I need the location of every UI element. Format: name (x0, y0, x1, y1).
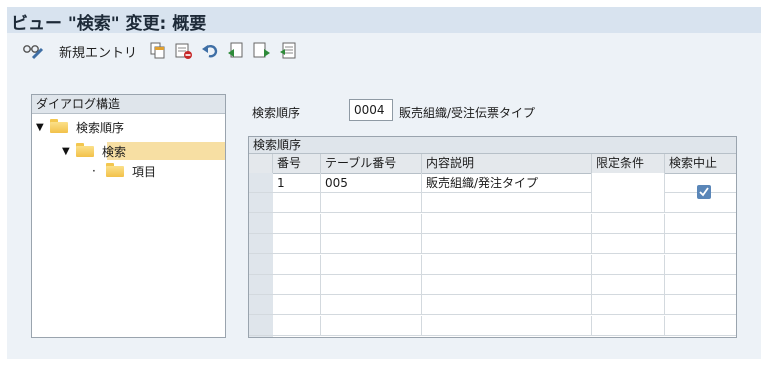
table-title: 検索順序 (249, 137, 736, 154)
copy-icon[interactable] (150, 41, 166, 61)
cell-description[interactable] (422, 193, 592, 214)
doc-next-icon[interactable] (253, 41, 271, 61)
table-row[interactable] (249, 275, 736, 295)
doc-prev-icon[interactable] (227, 41, 245, 61)
cell-table-number[interactable] (321, 254, 422, 275)
dialog-structure-panel: ダイアログ構造 ▼ 検索順序 ▼ 検索 · 項目 (31, 94, 226, 338)
cell-description[interactable] (422, 213, 592, 234)
cell-condition[interactable] (592, 275, 665, 295)
cell-number[interactable]: 1 (273, 173, 321, 193)
cell-condition[interactable] (592, 254, 665, 275)
table-row[interactable] (249, 213, 736, 234)
tree-item-label: 検索順序 (76, 120, 125, 135)
cell-condition[interactable] (592, 213, 665, 234)
cell-table-number[interactable] (321, 213, 422, 234)
cell-table-number[interactable] (321, 275, 422, 295)
expand-arrow-icon[interactable]: ▼ (62, 146, 76, 157)
cell-table-number[interactable] (321, 234, 422, 255)
cell-search-stop[interactable] (665, 275, 736, 295)
folder-icon (76, 143, 94, 157)
cell-search-stop[interactable] (665, 214, 736, 234)
cell-table-number[interactable] (321, 193, 422, 214)
cell-table-number[interactable] (321, 295, 422, 316)
cell-description[interactable] (422, 234, 592, 255)
cell-table-number[interactable]: 005 (321, 173, 422, 193)
cell-condition[interactable] (592, 234, 665, 255)
table-row[interactable] (249, 295, 736, 316)
cell-condition[interactable] (592, 173, 665, 193)
cell-number[interactable] (273, 193, 321, 214)
cell-search-stop[interactable] (665, 316, 736, 336)
tree-item-fields[interactable]: · 項目 (92, 162, 156, 180)
glasses-edit-icon[interactable] (22, 41, 44, 61)
cell-condition[interactable] (592, 295, 665, 316)
cell-number[interactable] (273, 213, 321, 234)
col-header-condition[interactable]: 限定条件 (592, 154, 665, 173)
tree-item-label: 検索 (102, 144, 127, 159)
select-all-header[interactable] (249, 154, 273, 173)
tree-item-search-order[interactable]: ▼ 検索順序 (36, 118, 124, 136)
table-row[interactable]: 1 005 販売組織/発注タイプ (249, 173, 736, 193)
cell-number[interactable] (273, 234, 321, 255)
cell-condition[interactable] (592, 193, 665, 214)
col-header-description[interactable]: 内容説明 (422, 154, 592, 173)
cell-table-number[interactable] (321, 315, 422, 336)
title-bar: ビュー "検索" 変更: 概要 (7, 7, 761, 34)
cell-number[interactable] (273, 254, 321, 275)
delete-icon[interactable] (175, 41, 193, 61)
main-window: ビュー "検索" 変更: 概要 新規エントリ ダイアログ構造 ▼ 検索順序 ▼ … (7, 7, 761, 359)
col-header-number[interactable]: 番号 (273, 154, 321, 173)
tree-item-label: 項目 (132, 164, 157, 179)
table-row[interactable] (249, 315, 736, 336)
expand-arrow-icon[interactable]: ▼ (36, 122, 50, 133)
col-header-table-number[interactable]: テーブル番号 (321, 154, 422, 173)
undo-icon[interactable] (201, 41, 219, 61)
doc-table-icon[interactable] (279, 41, 297, 61)
cell-description[interactable] (422, 275, 592, 295)
bullet-icon: · (92, 164, 96, 178)
search-order-description: 販売組織/受注伝票タイプ (399, 106, 536, 120)
cell-search-stop[interactable] (665, 234, 736, 254)
search-order-field[interactable]: 0004 (349, 99, 393, 121)
search-stop-checkbox[interactable] (697, 185, 711, 199)
cell-number[interactable] (273, 275, 321, 295)
cell-condition[interactable] (592, 315, 665, 336)
col-header-search-stop[interactable]: 検索中止 (665, 154, 736, 173)
cell-search-stop[interactable] (665, 255, 736, 275)
new-entries-button[interactable]: 新規エントリ (59, 41, 137, 61)
search-order-table: 検索順序 番号 テーブル番号 内容説明 限定条件 検索中止 1 005 販売組織/発… (248, 136, 737, 338)
cell-description[interactable] (422, 254, 592, 275)
cell-description[interactable] (422, 315, 592, 336)
cell-number[interactable] (273, 295, 321, 316)
table-row[interactable] (249, 193, 736, 214)
cell-number[interactable] (273, 315, 321, 336)
cell-search-stop[interactable] (665, 295, 736, 315)
search-order-label: 検索順序 (252, 106, 301, 120)
tree-header: ダイアログ構造 (32, 95, 225, 114)
tree-item-search[interactable]: ▼ 検索 (62, 142, 126, 160)
table-row[interactable] (249, 234, 736, 255)
folder-icon (50, 119, 68, 133)
window-title: ビュー "検索" 変更: 概要 (11, 14, 207, 34)
new-entries-label: 新規エントリ (59, 45, 138, 61)
folder-icon (106, 163, 124, 177)
cell-description[interactable]: 販売組織/発注タイプ (422, 173, 592, 193)
toolbar: 新規エントリ (7, 33, 761, 69)
table-header-row: 番号 テーブル番号 内容説明 限定条件 検索中止 (249, 154, 736, 174)
cell-description[interactable] (422, 295, 592, 316)
table-row[interactable] (249, 254, 736, 275)
